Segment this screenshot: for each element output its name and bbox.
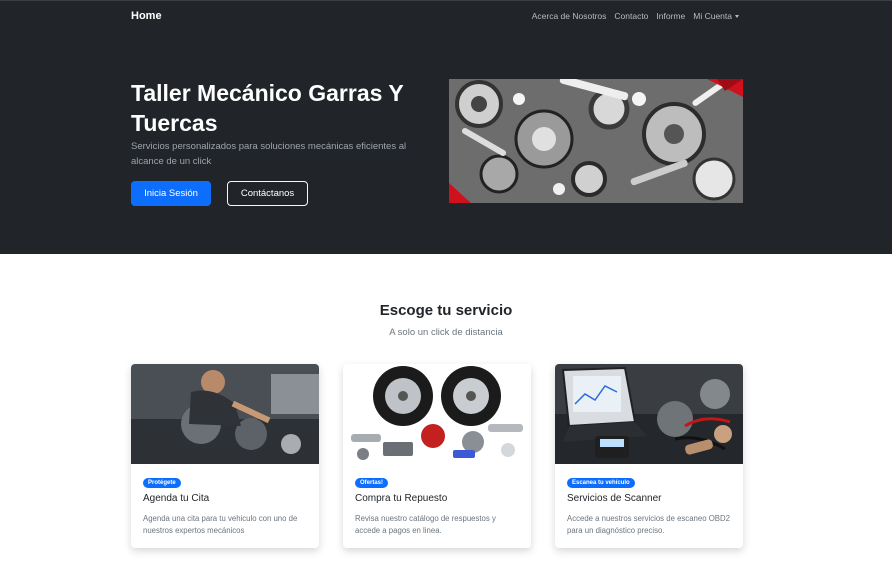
service-card-parts[interactable]: Ofertas! Compra tu Repuesto Revisa nuest… bbox=[343, 364, 531, 548]
nav-link-contact[interactable]: Contacto bbox=[614, 11, 648, 21]
services-subtitle: A solo un click de distancia bbox=[389, 327, 503, 338]
car-parts-image bbox=[343, 364, 531, 464]
nav-dropdown-account[interactable]: Mi Cuenta bbox=[693, 11, 739, 21]
card-text: Agenda una cita para tu vehiculo con uno… bbox=[143, 514, 298, 535]
hero-subtitle: Servicios personalizados para soluciones… bbox=[131, 141, 407, 167]
card-title: Compra tu Repuesto bbox=[355, 493, 448, 504]
mechanic-working-image bbox=[131, 364, 319, 464]
navbar: Home Acerca de Nosotros Contacto Informe… bbox=[0, 0, 892, 32]
hero-title: Taller Mecánico Garras Y Tuercas bbox=[131, 80, 404, 136]
hero-section: Taller Mecánico Garras Y Tuercas Servici… bbox=[0, 32, 892, 254]
services-title: Escoge tu servicio bbox=[379, 302, 513, 319]
card-text: Revisa nuestro catálogo de respuestos y … bbox=[355, 514, 496, 535]
obd-scanner-image bbox=[555, 364, 743, 464]
nav-links: Acerca de Nosotros Contacto Informe Mi C… bbox=[532, 11, 739, 21]
caret-down-icon bbox=[735, 15, 739, 19]
card-title: Servicios de Scanner bbox=[567, 493, 662, 504]
card-text: Accede a nuestros servicios de escaneo O… bbox=[567, 514, 730, 535]
card-badge: Ofertas! bbox=[355, 478, 389, 488]
contact-button[interactable]: Contáctanos bbox=[227, 181, 308, 206]
login-button[interactable]: Inicia Sesión bbox=[131, 181, 211, 206]
card-title: Agenda tu Cita bbox=[143, 493, 210, 504]
hero-mechanic-parts-image bbox=[449, 79, 743, 203]
nav-brand-home[interactable]: Home bbox=[131, 10, 162, 22]
service-card-appointment[interactable]: Protégete Agenda tu Cita Agenda una cita… bbox=[131, 364, 319, 548]
nav-link-about[interactable]: Acerca de Nosotros bbox=[532, 11, 607, 21]
card-badge: Protégete bbox=[143, 478, 181, 488]
service-card-scanner[interactable]: Escanea tu vehículo Servicios de Scanner… bbox=[555, 364, 743, 548]
nav-dropdown-account-label: Mi Cuenta bbox=[693, 11, 732, 21]
nav-link-report[interactable]: Informe bbox=[656, 11, 685, 21]
card-badge: Escanea tu vehículo bbox=[567, 478, 635, 488]
